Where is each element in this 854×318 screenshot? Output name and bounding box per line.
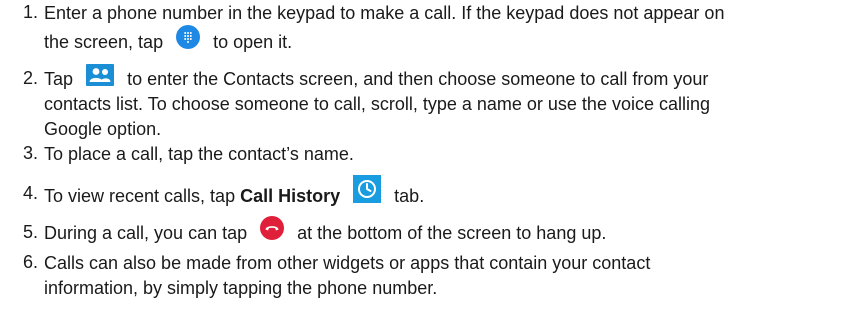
- contacts-icon: [86, 64, 115, 87]
- item-number: 4.: [22, 183, 38, 203]
- item-text-line: To place a call, tap the contact’s name.: [44, 144, 354, 164]
- end-call-icon: [260, 216, 285, 241]
- dialpad-icon: [176, 25, 201, 50]
- item-text-line: Calls can also be made from other widget…: [44, 253, 651, 273]
- call-history-label: Call History: [240, 185, 341, 206]
- item-text-line-2: information, by simply tapping the phone…: [44, 278, 438, 298]
- item-number: 1.: [22, 2, 38, 22]
- item-text-line: To view recent calls, tap Call History t…: [44, 175, 424, 211]
- item-text-line: Tap to enter the Contacts screen, and th…: [44, 64, 708, 91]
- item-text-line: Enter a phone number in the keypad to ma…: [44, 3, 725, 23]
- item-text-line: During a call, you can tap at the bottom…: [44, 216, 606, 246]
- item-text-line-2: contacts list. To choose someone to call…: [44, 94, 711, 114]
- item-text-line-3: Google option.: [44, 119, 162, 139]
- item-text-line-2: the screen, tap to open it.: [44, 25, 292, 55]
- clock-icon: [353, 175, 382, 203]
- item-number: 2.: [22, 68, 38, 88]
- item-number: 5.: [22, 222, 38, 242]
- item-number: 6.: [22, 252, 38, 272]
- item-number: 3.: [22, 143, 38, 163]
